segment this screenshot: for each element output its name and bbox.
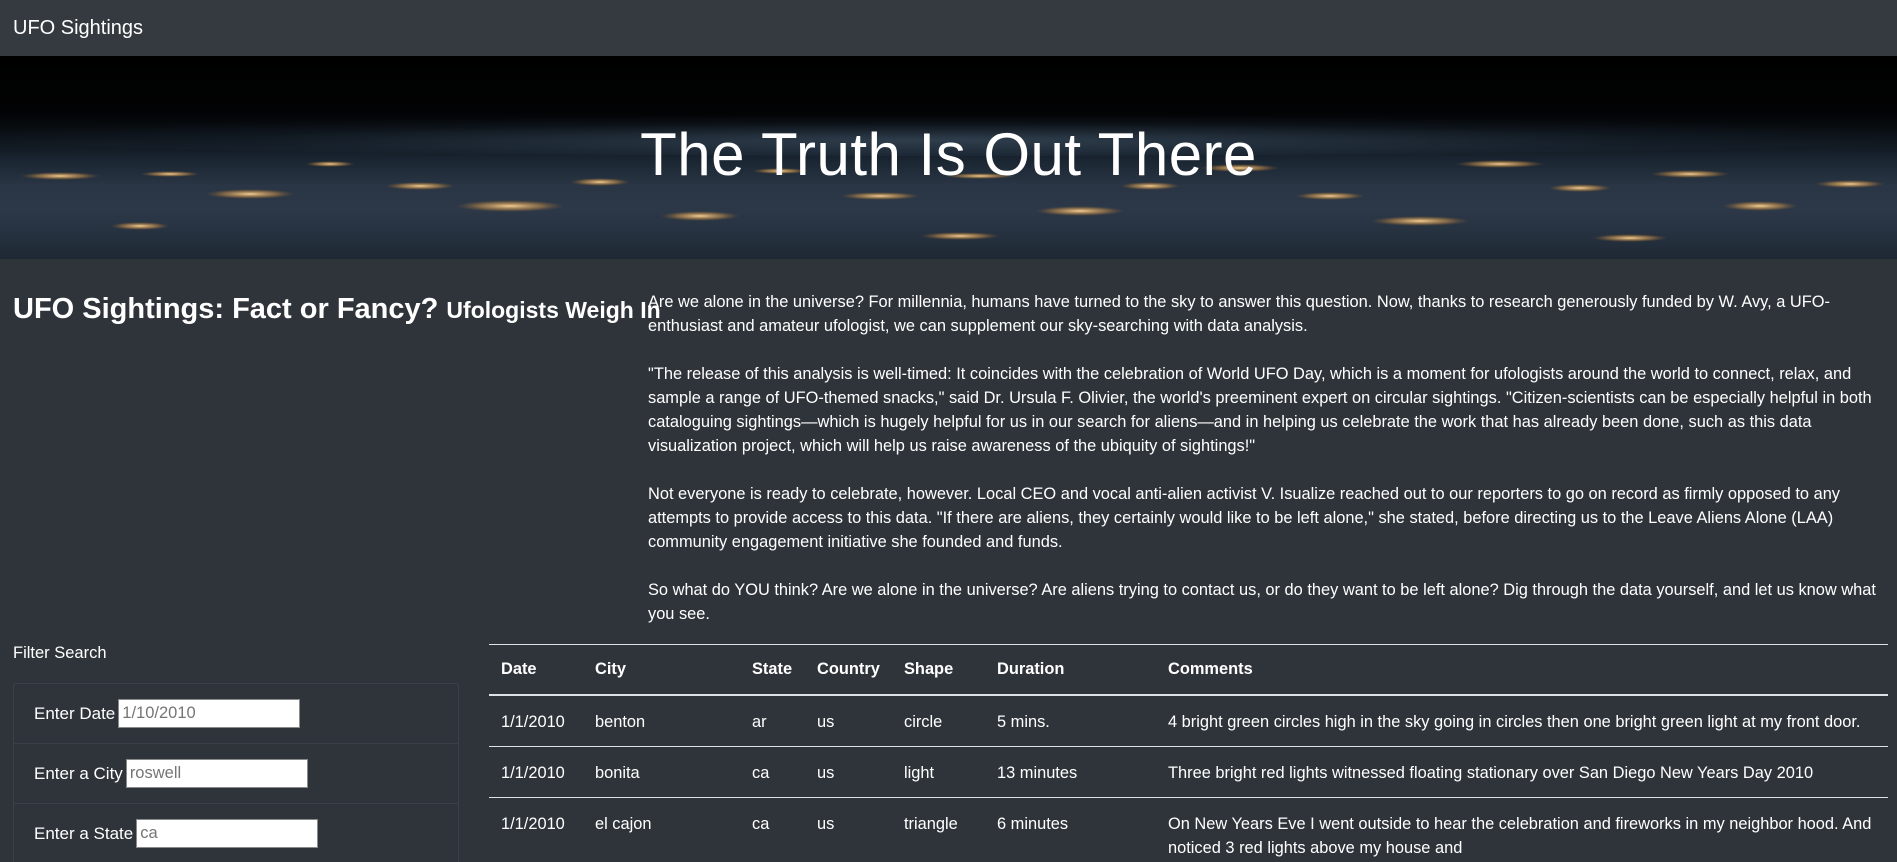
- column-header-comments: Comments: [1156, 644, 1888, 696]
- navbar: UFO Sightings: [0, 0, 1897, 56]
- cell-duration: 6 minutes: [985, 796, 1156, 862]
- cell-comments: On New Years Eve I went outside to hear …: [1156, 796, 1888, 862]
- city-input[interactable]: [125, 759, 308, 788]
- filter-row-city: Enter a City: [14, 744, 458, 804]
- headline-subtitle: Ufologists Weigh In: [446, 297, 661, 323]
- table-header-row: Date City State Country Shape Duration C…: [489, 644, 1888, 696]
- cell-city: bonita: [583, 745, 740, 797]
- table-row: 1/1/2010 bonita ca us light 13 minutes T…: [489, 745, 1888, 797]
- column-header-city: City: [583, 644, 740, 696]
- cell-state: ca: [740, 745, 805, 797]
- cell-state: ar: [740, 694, 805, 746]
- cell-shape: circle: [892, 694, 985, 746]
- ufo-sightings-table: Date City State Country Shape Duration C…: [489, 644, 1888, 862]
- cell-comments: 4 bright green circles high in the sky g…: [1156, 694, 1888, 746]
- cell-state: ca: [740, 796, 805, 862]
- column-header-shape: Shape: [892, 644, 985, 696]
- article-body: Are we alone in the universe? For millen…: [648, 290, 1880, 650]
- filter-form: Enter Date Enter a City Enter a State: [13, 683, 459, 862]
- cell-shape: triangle: [892, 796, 985, 862]
- article-paragraph: Are we alone in the universe? For millen…: [648, 293, 1830, 335]
- table-body: 1/1/2010 benton ar us circle 5 mins. 4 b…: [489, 694, 1888, 862]
- filter-row-date: Enter Date: [14, 684, 458, 744]
- cell-duration: 5 mins.: [985, 694, 1156, 746]
- article-headline: UFO Sightings: Fact or Fancy? Ufologists…: [13, 293, 661, 326]
- headline-main: UFO Sightings: Fact or Fancy?: [13, 293, 439, 325]
- sightings-table-container: Date City State Country Shape Duration C…: [489, 644, 1888, 862]
- cell-country: us: [805, 796, 892, 862]
- article-paragraph: So what do YOU think? Are we alone in th…: [648, 581, 1876, 623]
- city-label: Enter a City: [34, 763, 123, 783]
- column-header-country: Country: [805, 644, 892, 696]
- cell-date: 1/1/2010: [489, 694, 583, 746]
- cell-date: 1/1/2010: [489, 796, 583, 862]
- cell-city: el cajon: [583, 796, 740, 862]
- state-label: Enter a State: [34, 823, 134, 843]
- table-row: 1/1/2010 el cajon ca us triangle 6 minut…: [489, 796, 1888, 862]
- article-paragraph: "The release of this analysis is well-ti…: [648, 365, 1872, 455]
- cell-city: benton: [583, 694, 740, 746]
- filter-row-state: Enter a State: [14, 804, 458, 862]
- date-input[interactable]: [118, 699, 301, 728]
- cell-date: 1/1/2010: [489, 745, 583, 797]
- column-header-duration: Duration: [985, 644, 1156, 696]
- cell-comments: Three bright red lights witnessed floati…: [1156, 745, 1888, 797]
- hero-title: The Truth Is Out There: [640, 121, 1257, 188]
- cell-shape: light: [892, 745, 985, 797]
- navbar-brand[interactable]: UFO Sightings: [13, 17, 143, 40]
- filter-search-title: Filter Search: [13, 644, 107, 662]
- cell-country: us: [805, 694, 892, 746]
- table-header: Date City State Country Shape Duration C…: [489, 644, 1888, 696]
- column-header-date: Date: [489, 644, 583, 696]
- article-paragraph: Not everyone is ready to celebrate, howe…: [648, 485, 1841, 551]
- cell-duration: 13 minutes: [985, 745, 1156, 797]
- date-label: Enter Date: [34, 703, 116, 723]
- column-header-state: State: [740, 644, 805, 696]
- table-row: 1/1/2010 benton ar us circle 5 mins. 4 b…: [489, 694, 1888, 746]
- state-input[interactable]: [136, 819, 319, 848]
- cell-country: us: [805, 745, 892, 797]
- hero-banner: The Truth Is Out There: [0, 56, 1897, 259]
